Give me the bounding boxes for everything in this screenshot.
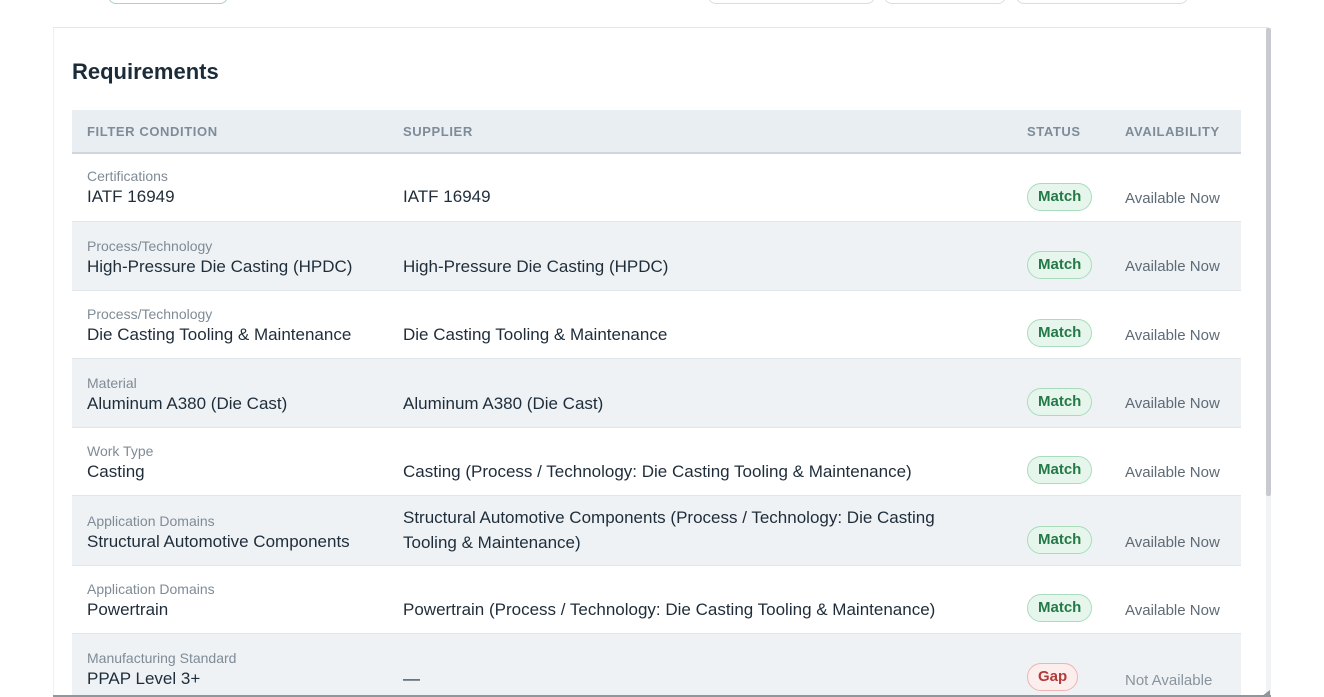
filter-condition-cell: Certifications IATF 16949 xyxy=(72,153,388,221)
requirement-category: Application Domains xyxy=(87,512,215,529)
supplier-cell: Powertrain (Process / Technology: Die Ca… xyxy=(388,565,1012,633)
availability-cell: Available Now xyxy=(1110,358,1241,427)
requirement-value: Die Casting Tooling & Maintenance xyxy=(87,324,352,344)
status-badge: Match xyxy=(1027,525,1093,554)
availability-text: Available Now xyxy=(1125,533,1220,551)
status-cell: Gap xyxy=(1012,633,1110,696)
availability-cell: Available Now xyxy=(1110,495,1241,565)
column-header-filter-condition[interactable]: FILTER CONDITION xyxy=(72,110,388,154)
column-header-supplier[interactable]: SUPPLIER xyxy=(388,110,1012,154)
table-row[interactable]: Application Domains Structural Automotiv… xyxy=(72,495,1241,565)
supplier-cell: Structural Automotive Components (Proces… xyxy=(388,495,1012,565)
status-cell: Match xyxy=(1012,565,1110,633)
requirement-category: Process/Technology xyxy=(87,237,213,254)
supplier-cell: Casting (Process / Technology: Die Casti… xyxy=(388,427,1012,495)
requirement-category: Work Type xyxy=(87,442,154,459)
status-cell: Match xyxy=(1012,427,1110,495)
table-row[interactable]: Work Type Casting Casting (Process / Tec… xyxy=(72,427,1241,495)
section-title: Requirements xyxy=(72,59,219,84)
availability-text: Available Now xyxy=(1125,601,1220,619)
resize-handle-icon[interactable] xyxy=(1262,690,1270,696)
column-header-availability[interactable]: AVAILABILITY xyxy=(1110,110,1241,154)
status-cell: Match xyxy=(1012,495,1110,565)
top-toolbar-button[interactable] xyxy=(884,0,1006,4)
status-badge: Match xyxy=(1027,593,1093,622)
availability-cell: Not Available xyxy=(1110,633,1241,696)
availability-text: Available Now xyxy=(1125,463,1220,481)
status-cell: Match xyxy=(1012,153,1110,221)
status-cell: Match xyxy=(1012,221,1110,290)
supplier-value: IATF 16949 xyxy=(403,186,491,206)
requirement-value: IATF 16949 xyxy=(87,186,175,206)
table-row[interactable]: Manufacturing Standard PPAP Level 3+ — G… xyxy=(72,633,1241,696)
requirement-value: PPAP Level 3+ xyxy=(87,668,201,688)
supplier-cell: — xyxy=(388,633,1012,696)
requirement-category: Process/Technology xyxy=(87,305,213,322)
filter-condition-cell: Process/Technology High-Pressure Die Cas… xyxy=(72,221,388,290)
status-cell: Match xyxy=(1012,290,1110,358)
availability-cell: Available Now xyxy=(1110,427,1241,495)
supplier-cell: High-Pressure Die Casting (HPDC) xyxy=(388,221,1012,290)
scrollbar-thumb[interactable] xyxy=(1266,28,1271,496)
supplier-value: Structural Automotive Components (Proces… xyxy=(403,507,935,552)
availability-text: Available Now xyxy=(1125,257,1220,275)
vertical-scrollbar[interactable] xyxy=(1266,28,1271,696)
availability-cell: Available Now xyxy=(1110,221,1241,290)
table-row[interactable]: Process/Technology Die Casting Tooling &… xyxy=(72,290,1241,358)
status-badge: Match xyxy=(1027,318,1093,347)
requirement-category: Certifications xyxy=(87,167,168,184)
status-cell: Match xyxy=(1012,358,1110,427)
status-badge: Match xyxy=(1027,182,1093,211)
table-row[interactable]: Certifications IATF 16949 IATF 16949 Mat… xyxy=(72,153,1241,221)
requirements-table: FILTER CONDITION SUPPLIER STATUS AVAILAB… xyxy=(72,110,1241,696)
requirement-value: High-Pressure Die Casting (HPDC) xyxy=(87,256,353,276)
status-badge: Match xyxy=(1027,455,1093,484)
top-status-pill[interactable] xyxy=(108,0,228,4)
requirement-value: Powertrain xyxy=(87,599,169,619)
column-header-status[interactable]: STATUS xyxy=(1012,110,1110,154)
availability-text: Available Now xyxy=(1125,326,1220,344)
status-badge: Match xyxy=(1027,250,1093,279)
top-toolbar-button[interactable] xyxy=(708,0,875,4)
requirement-category: Application Domains xyxy=(87,580,215,597)
top-toolbar-edge xyxy=(53,0,1269,28)
filter-condition-cell: Material Aluminum A380 (Die Cast) xyxy=(72,358,388,427)
availability-cell: Available Now xyxy=(1110,565,1241,633)
availability-text: Available Now xyxy=(1125,189,1220,207)
requirement-value: Structural Automotive Components xyxy=(87,531,350,551)
filter-condition-cell: Application Domains Powertrain xyxy=(72,565,388,633)
supplier-value: Aluminum A380 (Die Cast) xyxy=(403,393,604,413)
supplier-cell: Die Casting Tooling & Maintenance xyxy=(388,290,1012,358)
table-row[interactable]: Material Aluminum A380 (Die Cast) Alumin… xyxy=(72,358,1241,427)
requirement-value: Aluminum A380 (Die Cast) xyxy=(87,393,288,413)
table-header-row: FILTER CONDITION SUPPLIER STATUS AVAILAB… xyxy=(72,110,1241,154)
table-row[interactable]: Application Domains Powertrain Powertrai… xyxy=(72,565,1241,633)
supplier-cell: IATF 16949 xyxy=(388,153,1012,221)
availability-cell: Available Now xyxy=(1110,290,1241,358)
supplier-value: Die Casting Tooling & Maintenance xyxy=(403,324,668,344)
supplier-value: Powertrain (Process / Technology: Die Ca… xyxy=(403,599,936,619)
supplier-value: High-Pressure Die Casting (HPDC) xyxy=(403,256,669,276)
availability-text: Not Available xyxy=(1125,671,1213,689)
requirement-value: Casting xyxy=(87,461,145,481)
filter-condition-cell: Work Type Casting xyxy=(72,427,388,495)
status-badge: Gap xyxy=(1027,662,1079,691)
filter-condition-cell: Manufacturing Standard PPAP Level 3+ xyxy=(72,633,388,696)
table-row[interactable]: Process/Technology High-Pressure Die Cas… xyxy=(72,221,1241,290)
requirements-panel: Requirements FILTER CONDITION SUPPLIER S… xyxy=(53,28,1267,696)
status-badge: Match xyxy=(1027,387,1093,416)
requirement-category: Manufacturing Standard xyxy=(87,649,237,666)
supplier-cell: Aluminum A380 (Die Cast) xyxy=(388,358,1012,427)
requirement-category: Material xyxy=(87,374,137,391)
availability-cell: Available Now xyxy=(1110,153,1241,221)
top-toolbar-button[interactable] xyxy=(1016,0,1188,4)
filter-condition-cell: Process/Technology Die Casting Tooling &… xyxy=(72,290,388,358)
availability-text: Available Now xyxy=(1125,394,1220,412)
supplier-value: Casting (Process / Technology: Die Casti… xyxy=(403,461,912,481)
filter-condition-cell: Application Domains Structural Automotiv… xyxy=(72,495,388,565)
supplier-value: — xyxy=(403,668,420,688)
